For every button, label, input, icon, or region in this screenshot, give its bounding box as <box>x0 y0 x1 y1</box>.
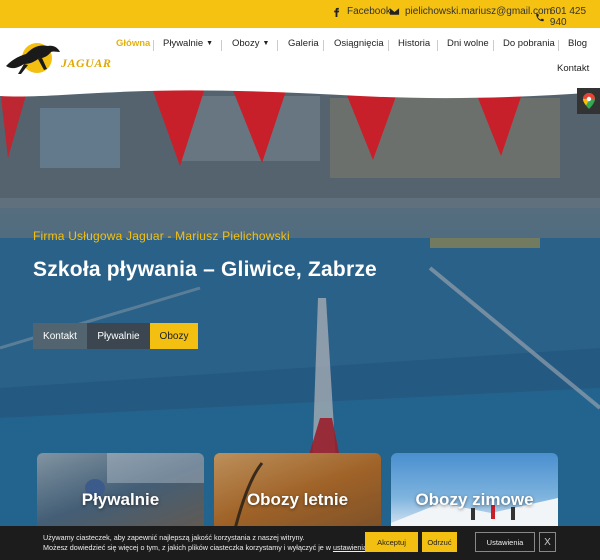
nav-divider <box>323 40 324 51</box>
nav-label: Obozy <box>232 38 260 49</box>
card-title: Obozy zimowe <box>415 490 534 509</box>
nav-divider <box>493 40 494 51</box>
card-plywalnie[interactable]: Pływalnie <box>37 453 204 526</box>
cookie-line-2: Możesz dowiedzieć się więcej o tym, z ja… <box>43 543 377 553</box>
nav-item-kontakt[interactable]: Kontakt <box>557 63 589 74</box>
hero-buttons: Kontakt Pływalnie Obozy <box>33 323 198 349</box>
header-wave-divider <box>0 88 600 99</box>
jaguar-logo[interactable]: JAGUAR <box>4 36 111 76</box>
kontakt-button[interactable]: Kontakt <box>33 323 87 349</box>
nav-item-obozy[interactable]: Obozy ▼ <box>232 38 269 49</box>
card-title: Obozy letnie <box>246 490 349 509</box>
chevron-down-icon: ▼ <box>262 40 270 47</box>
logo-text: JAGUAR <box>61 56 112 70</box>
nav-item-galeria[interactable]: Galeria <box>288 38 319 49</box>
nav-divider <box>388 40 389 51</box>
reject-cookies-button[interactable]: Odrzuć <box>422 532 457 552</box>
accept-cookies-button[interactable]: Akceptuj <box>365 532 418 552</box>
nav-item-blog[interactable]: Blog <box>568 38 587 49</box>
obozy-button[interactable]: Obozy <box>150 323 198 349</box>
nav-item-dni-wolne[interactable]: Dni wolne <box>447 38 489 49</box>
nav-label: Historia <box>398 38 431 49</box>
nav-item-do-pobrania[interactable]: Do pobrania <box>503 38 555 49</box>
chevron-down-icon: ▼ <box>206 40 214 47</box>
nav-item-osiagniecia[interactable]: Osiągnięcia <box>334 38 384 49</box>
nav-divider <box>558 40 559 51</box>
phone-icon <box>536 13 544 21</box>
google-maps-button[interactable] <box>577 88 600 114</box>
nav-label: Pływalnie <box>163 38 204 49</box>
card-obozy-zimowe[interactable]: Obozy zimowe <box>391 453 558 526</box>
facebook-link[interactable]: Facebook <box>331 6 391 17</box>
nav-item-plywalnie[interactable]: Pływalnie ▼ <box>163 38 213 49</box>
site-header: JAGUAR Główna Pływalnie ▼ Obozy ▼ Galeria … <box>0 28 600 90</box>
plywalnie-button[interactable]: Pływalnie <box>87 323 150 349</box>
top-contact-bar: Facebook pielichowski.mariusz@gmail.com … <box>0 0 600 28</box>
nav-label: Kontakt <box>557 63 590 74</box>
nav-divider <box>277 40 278 51</box>
phone-link[interactable]: 601 425 940 <box>535 6 600 28</box>
nav-label: Blog <box>568 38 588 49</box>
cookie-consent-bar: Używamy ciasteczek, aby zapewnić najleps… <box>0 526 600 560</box>
email-link[interactable]: pielichowski.mariusz@gmail.com <box>389 6 552 17</box>
card-obozy-letnie[interactable]: Obozy letnie <box>214 453 381 526</box>
phone-number: 601 425 940 <box>549 6 587 28</box>
cookie-line-1: Używamy ciasteczek, aby zapewnić najleps… <box>43 533 305 542</box>
nav-label: Dni wolne <box>447 38 489 49</box>
nav-item-glowna[interactable]: Główna <box>116 38 150 49</box>
hero-subtitle: Firma Usługowa Jaguar - Mariusz Pielicho… <box>33 229 290 243</box>
cookie-message: Używamy ciasteczek, aby zapewnić najleps… <box>43 533 377 553</box>
nav-divider <box>153 40 154 51</box>
nav-divider <box>221 40 222 51</box>
email-address: pielichowski.mariusz@gmail.com <box>405 6 552 17</box>
hero-title: Szkoła pływania – Gliwice, Zabrze <box>33 258 377 281</box>
nav-item-historia[interactable]: Historia <box>398 38 430 49</box>
cookie-settings-button[interactable]: Ustawienia <box>475 532 535 552</box>
nav-divider <box>437 40 438 51</box>
facebook-label: Facebook <box>347 6 391 17</box>
main-navigation: Główna Pływalnie ▼ Obozy ▼ Galeria Osiągni… <box>110 38 590 74</box>
card-title: Pływalnie <box>81 490 160 509</box>
nav-label: Do pobrania <box>503 38 555 49</box>
nav-label: Osiągnięcia <box>334 38 384 49</box>
google-maps-icon <box>582 93 595 109</box>
nav-label: Główna <box>116 38 151 49</box>
facebook-icon <box>334 7 340 17</box>
close-icon[interactable]: X <box>539 532 556 552</box>
nav-label: Galeria <box>288 38 319 49</box>
cookie-line-2-text: Możesz dowiedzieć się więcej o tym, z ja… <box>43 543 333 552</box>
jaguar-logo-icon <box>6 43 60 74</box>
envelope-icon <box>389 8 400 15</box>
hero-section: Firma Usługowa Jaguar - Mariusz Pielicho… <box>0 88 600 526</box>
